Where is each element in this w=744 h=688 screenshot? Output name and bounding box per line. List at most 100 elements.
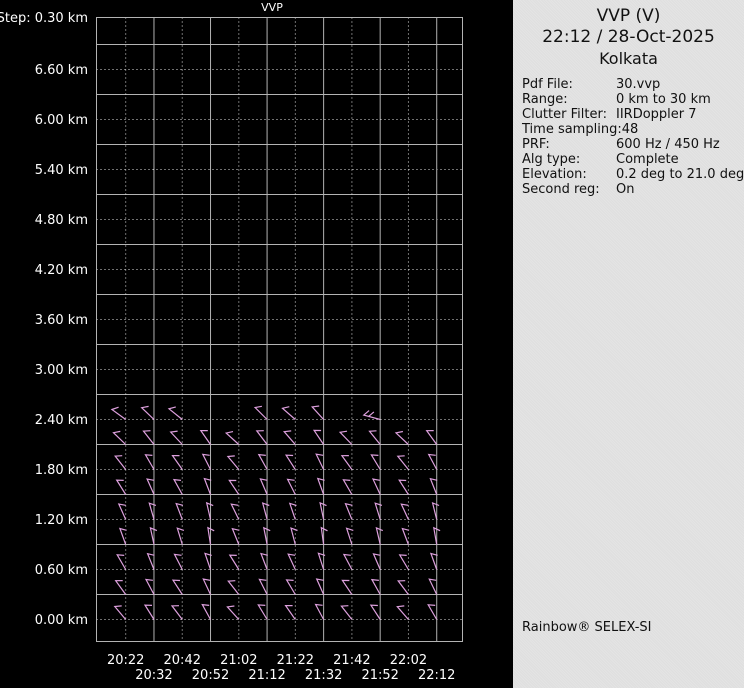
wind-barb	[283, 430, 296, 445]
wind-barb	[171, 455, 183, 470]
x-axis-tick-label: 21:32	[305, 668, 342, 683]
y-axis-label: 3.00 km	[35, 363, 88, 378]
wind-barb	[205, 501, 214, 520]
wind-barb	[117, 503, 127, 520]
x-axis-tick-label: 20:22	[107, 653, 144, 668]
panel-footer: Rainbow® SELEX-SI	[522, 620, 652, 635]
wind-barb	[228, 479, 240, 495]
wind-barb	[167, 406, 183, 420]
wind-barb	[375, 526, 384, 545]
wind-barb	[170, 605, 183, 620]
wind-barb	[112, 430, 127, 445]
wind-barb	[312, 429, 325, 445]
param-row: Pdf File: 30.vvp	[522, 77, 744, 92]
param-value: 0.2 deg to 21.0 deg	[616, 167, 744, 182]
info-panel: VVP (V) 22:12 / 28-Oct-2025 Kolkata Pdf …	[513, 0, 744, 688]
wind-barb	[144, 578, 155, 595]
wind-barb	[146, 478, 155, 495]
wind-barb	[207, 526, 215, 545]
wind-barb	[284, 605, 296, 620]
param-row: Second reg: On	[522, 182, 744, 197]
wind-barb	[258, 578, 268, 595]
wind-barb	[396, 455, 409, 470]
param-row: Alg type: Complete	[522, 152, 744, 167]
wind-barb	[400, 503, 409, 520]
y-axis-label: 0.00 km	[35, 613, 88, 628]
y-axis-label: 6.60 km	[35, 63, 88, 78]
wind-barb	[148, 502, 157, 520]
wind-barb	[372, 553, 381, 570]
wind-barb	[201, 453, 212, 470]
y-axis-label: 0.60 km	[35, 563, 88, 578]
x-axis-tick-label: 20:52	[192, 668, 229, 683]
wind-barb	[374, 502, 383, 520]
chart-title: VVP	[261, 1, 283, 14]
wind-barb	[261, 502, 270, 520]
vvp-app-window: VVP Step: 0.30 km 6.60 km 6.00 km 5.40 km 4.8…	[0, 0, 744, 688]
param-value: 30.vvp	[616, 77, 661, 92]
wind-barb	[320, 526, 328, 545]
param-value: 600 Hz / 450 Hz	[616, 137, 720, 152]
wind-barb	[371, 478, 381, 495]
y-axis-label: 1.80 km	[35, 463, 88, 478]
wind-barb	[171, 579, 183, 595]
wind-barb	[227, 580, 240, 595]
x-axis-tick-label: 20:32	[135, 668, 172, 683]
wind-barb	[146, 552, 155, 570]
y-axis-label: 1.20 km	[35, 513, 88, 528]
param-label: Second reg:	[522, 182, 600, 197]
wind-barb	[429, 477, 438, 495]
wind-barb	[257, 604, 268, 620]
wind-barb	[230, 503, 240, 520]
wind-barb	[142, 430, 155, 445]
wind-barb	[368, 430, 381, 445]
wind-barb	[342, 553, 353, 570]
y-axis-label: 2.40 km	[35, 413, 88, 428]
wind-barb	[144, 454, 155, 470]
wind-barb	[362, 410, 381, 421]
wind-barb	[228, 554, 240, 570]
wind-barb	[286, 478, 296, 495]
wind-barb	[396, 605, 409, 620]
wind-barb	[284, 454, 296, 470]
wind-barb	[224, 431, 240, 445]
param-value: IIRDoppler 7	[616, 107, 697, 122]
wind-barb	[425, 430, 438, 445]
wind-barb	[427, 453, 438, 470]
wind-barb	[199, 430, 211, 445]
param-value: Complete	[616, 152, 679, 167]
wind-barb	[285, 579, 296, 595]
y-axis-label: 6.00 km	[35, 113, 88, 128]
wind-barb	[116, 554, 127, 570]
wind-barb	[290, 527, 298, 545]
wind-barb	[342, 479, 353, 495]
wind-profile-chart: VVP Step: 0.30 km 6.60 km 6.00 km 5.40 km 4.8…	[0, 0, 513, 688]
wind-barb	[173, 553, 183, 570]
wind-barb	[344, 502, 353, 520]
wind-barb	[201, 603, 212, 620]
wind-barb	[281, 406, 296, 420]
param-label: Range:	[522, 92, 568, 107]
y-axis-label: 4.80 km	[35, 213, 88, 228]
wind-barb	[340, 605, 353, 620]
wind-barb	[428, 578, 438, 595]
wind-barb	[257, 453, 268, 470]
x-axis-tick-label: 21:42	[333, 653, 370, 668]
wind-barb	[315, 578, 325, 595]
wind-barb	[370, 578, 381, 595]
x-axis-tick-label: 21:52	[361, 668, 398, 683]
wind-barb	[341, 579, 353, 595]
wind-barb	[310, 405, 325, 420]
wind-barb	[172, 478, 183, 495]
x-axis-tick-label: 21:12	[248, 668, 285, 683]
param-row: Range: 0 km to 30 km	[522, 92, 744, 107]
wind-barb	[314, 603, 325, 620]
wind-barb	[370, 454, 381, 470]
param-value: On	[616, 182, 635, 197]
wind-barb	[338, 430, 353, 445]
param-label: Alg type:	[522, 152, 581, 167]
y-axis-label: 4.20 km	[35, 263, 88, 278]
plot-border	[96, 17, 463, 642]
wind-barb	[231, 527, 240, 545]
wind-barb	[114, 455, 127, 470]
